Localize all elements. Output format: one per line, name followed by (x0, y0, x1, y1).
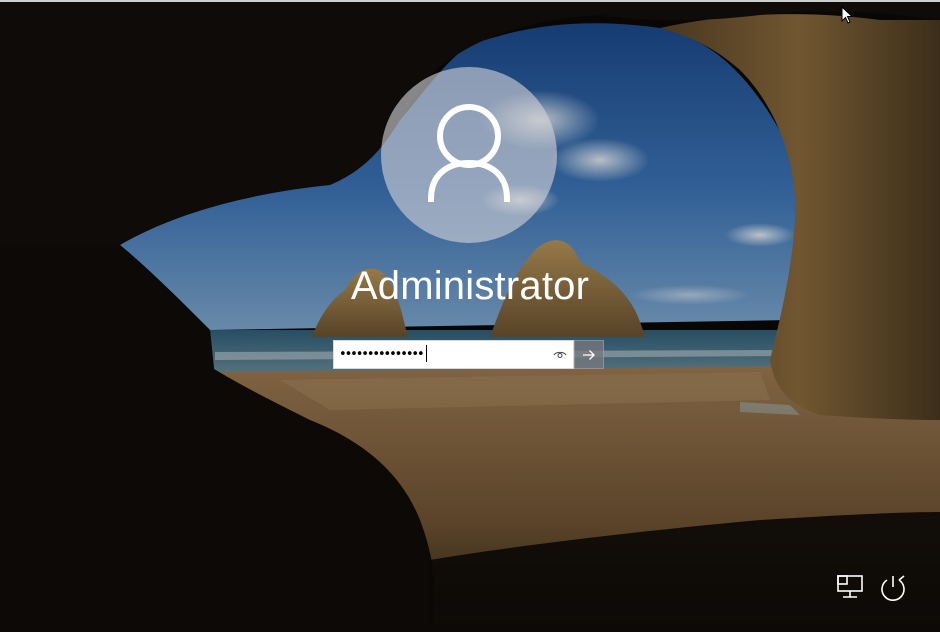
eye-icon[interactable] (553, 348, 567, 362)
username-label: Administrator (350, 264, 590, 308)
power-button[interactable] (877, 572, 909, 604)
top-edge-line (0, 0, 940, 2)
password-field-group: ••••••••••••••• (333, 340, 604, 369)
password-input[interactable]: ••••••••••••••• (333, 340, 574, 369)
network-icon (837, 575, 863, 598)
text-caret (425, 345, 427, 362)
user-avatar (381, 67, 557, 243)
network-button[interactable] (835, 572, 867, 604)
submit-button[interactable] (574, 340, 604, 369)
lock-screen: Administrator ••••••••••••••• (0, 0, 940, 632)
arrow-right-icon (583, 350, 595, 360)
power-icon (881, 575, 905, 601)
user-icon (427, 104, 511, 203)
mouse-cursor-icon (841, 6, 853, 24)
password-value: ••••••••••••••• (339, 347, 425, 362)
password-dots: ••••••••••••••• (339, 344, 427, 365)
